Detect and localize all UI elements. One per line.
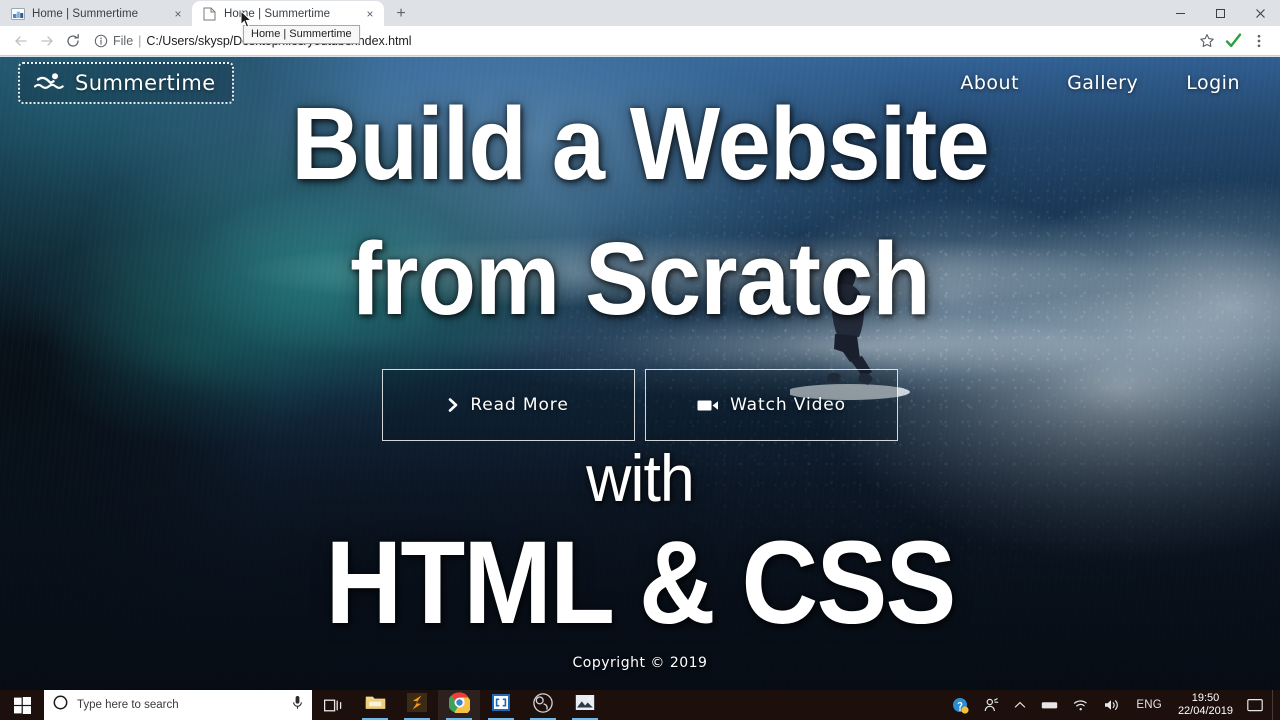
site-copyright: Copyright © 2019	[572, 655, 708, 671]
hero-cta-group: Read More Watch Video	[0, 369, 1280, 441]
minimize-button[interactable]	[1160, 0, 1200, 26]
window-controls	[1160, 0, 1280, 26]
site-logo[interactable]: Summertime	[18, 62, 234, 104]
read-more-button[interactable]: Read More	[382, 369, 635, 441]
browser-tab-2-title: Home | Summertime	[224, 7, 331, 20]
chrome-browser-window: Home | Summertime × Home | Summertime × …	[0, 0, 1280, 690]
taskbar-app-google-chrome[interactable]	[438, 690, 480, 720]
image-favicon	[10, 6, 25, 21]
taskbar-app-sublime-text[interactable]	[396, 690, 438, 720]
taskbar-app-file-explorer[interactable]	[354, 690, 396, 720]
browser-tab-1-close-icon[interactable]: ×	[170, 6, 186, 22]
chrome-icon	[447, 692, 471, 718]
star-icon[interactable]	[1194, 28, 1220, 54]
nav-link-gallery[interactable]: Gallery	[1067, 72, 1138, 94]
task-view-icon[interactable]	[312, 690, 354, 720]
reload-button[interactable]	[60, 28, 86, 54]
document-favicon	[202, 6, 217, 21]
chevron-right-icon	[448, 398, 459, 412]
photos-icon	[575, 694, 595, 716]
tray-time: 19:50	[1191, 692, 1220, 704]
windows-taskbar: Type here to search ENG 19:50 22/04/2019	[0, 690, 1280, 720]
nav-link-login[interactable]: Login	[1186, 72, 1240, 94]
taskbar-app-photos[interactable]	[564, 690, 606, 720]
sublime-icon	[407, 693, 427, 717]
read-more-button-label: Read More	[470, 395, 569, 415]
action-center-icon[interactable]	[1241, 690, 1272, 720]
folder-icon	[365, 694, 386, 716]
info-circle-icon[interactable]	[92, 32, 109, 49]
maximize-button[interactable]	[1200, 0, 1240, 26]
device-icon[interactable]	[1034, 690, 1066, 720]
windows-logo-icon[interactable]	[0, 690, 44, 720]
wifi-icon[interactable]	[1066, 690, 1097, 720]
help-question-icon[interactable]	[945, 690, 976, 720]
taskbar-search-placeholder: Type here to search	[77, 699, 179, 711]
speaker-icon[interactable]	[1097, 690, 1128, 720]
forward-button[interactable]	[34, 28, 60, 54]
browser-tab-2[interactable]: Home | Summertime ×	[192, 1, 384, 26]
browser-tab-2-close-icon[interactable]: ×	[362, 6, 378, 22]
tray-clock[interactable]: 19:50 22/04/2019	[1170, 692, 1241, 718]
close-window-button[interactable]	[1240, 0, 1280, 26]
address-bar-scheme: File	[113, 33, 134, 48]
tab-hover-tooltip: Home | Summertime	[243, 25, 360, 44]
tab-strip: Home | Summertime × Home | Summertime × …	[0, 0, 1280, 26]
address-bar-separator: |	[138, 33, 142, 48]
tray-language-indicator[interactable]: ENG	[1128, 690, 1170, 720]
cortana-circle-icon	[53, 695, 68, 715]
taskbar-search-box[interactable]: Type here to search	[44, 690, 312, 720]
watch-video-button[interactable]: Watch Video	[645, 369, 898, 441]
microphone-icon[interactable]	[291, 695, 304, 715]
taskbar-app-obs-studio[interactable]	[522, 690, 564, 720]
system-tray: ENG 19:50 22/04/2019	[945, 690, 1280, 720]
chevron-up-icon[interactable]	[1006, 690, 1034, 720]
back-button[interactable]	[8, 28, 34, 54]
tray-date: 22/04/2019	[1177, 705, 1233, 717]
obs-icon	[533, 692, 553, 718]
site-nav: About Gallery Login	[960, 72, 1240, 94]
nav-link-about[interactable]: About	[960, 72, 1019, 94]
web-page-viewport: Summertime About Gallery Login Read More	[0, 57, 1280, 690]
browser-toolbar: File | C:/Users/skysp/Desktop/files/yout…	[0, 26, 1280, 56]
three-dot-menu-icon[interactable]	[1246, 28, 1272, 54]
site-header: Summertime About Gallery Login	[0, 57, 1280, 109]
green-check-icon[interactable]	[1220, 28, 1246, 54]
site-logo-text: Summertime	[75, 71, 216, 95]
browser-tab-1[interactable]: Home | Summertime ×	[0, 1, 192, 26]
video-camera-icon	[697, 398, 719, 413]
watch-video-button-label: Watch Video	[730, 395, 846, 415]
people-icon[interactable]	[976, 690, 1006, 720]
show-desktop-button[interactable]	[1272, 690, 1280, 720]
browser-tab-1-title: Home | Summertime	[32, 7, 139, 20]
taskbar-app-brackets[interactable]	[480, 690, 522, 720]
brackets-icon	[491, 693, 511, 717]
new-tab-button[interactable]: +	[388, 1, 414, 26]
swimmer-icon	[33, 72, 64, 95]
